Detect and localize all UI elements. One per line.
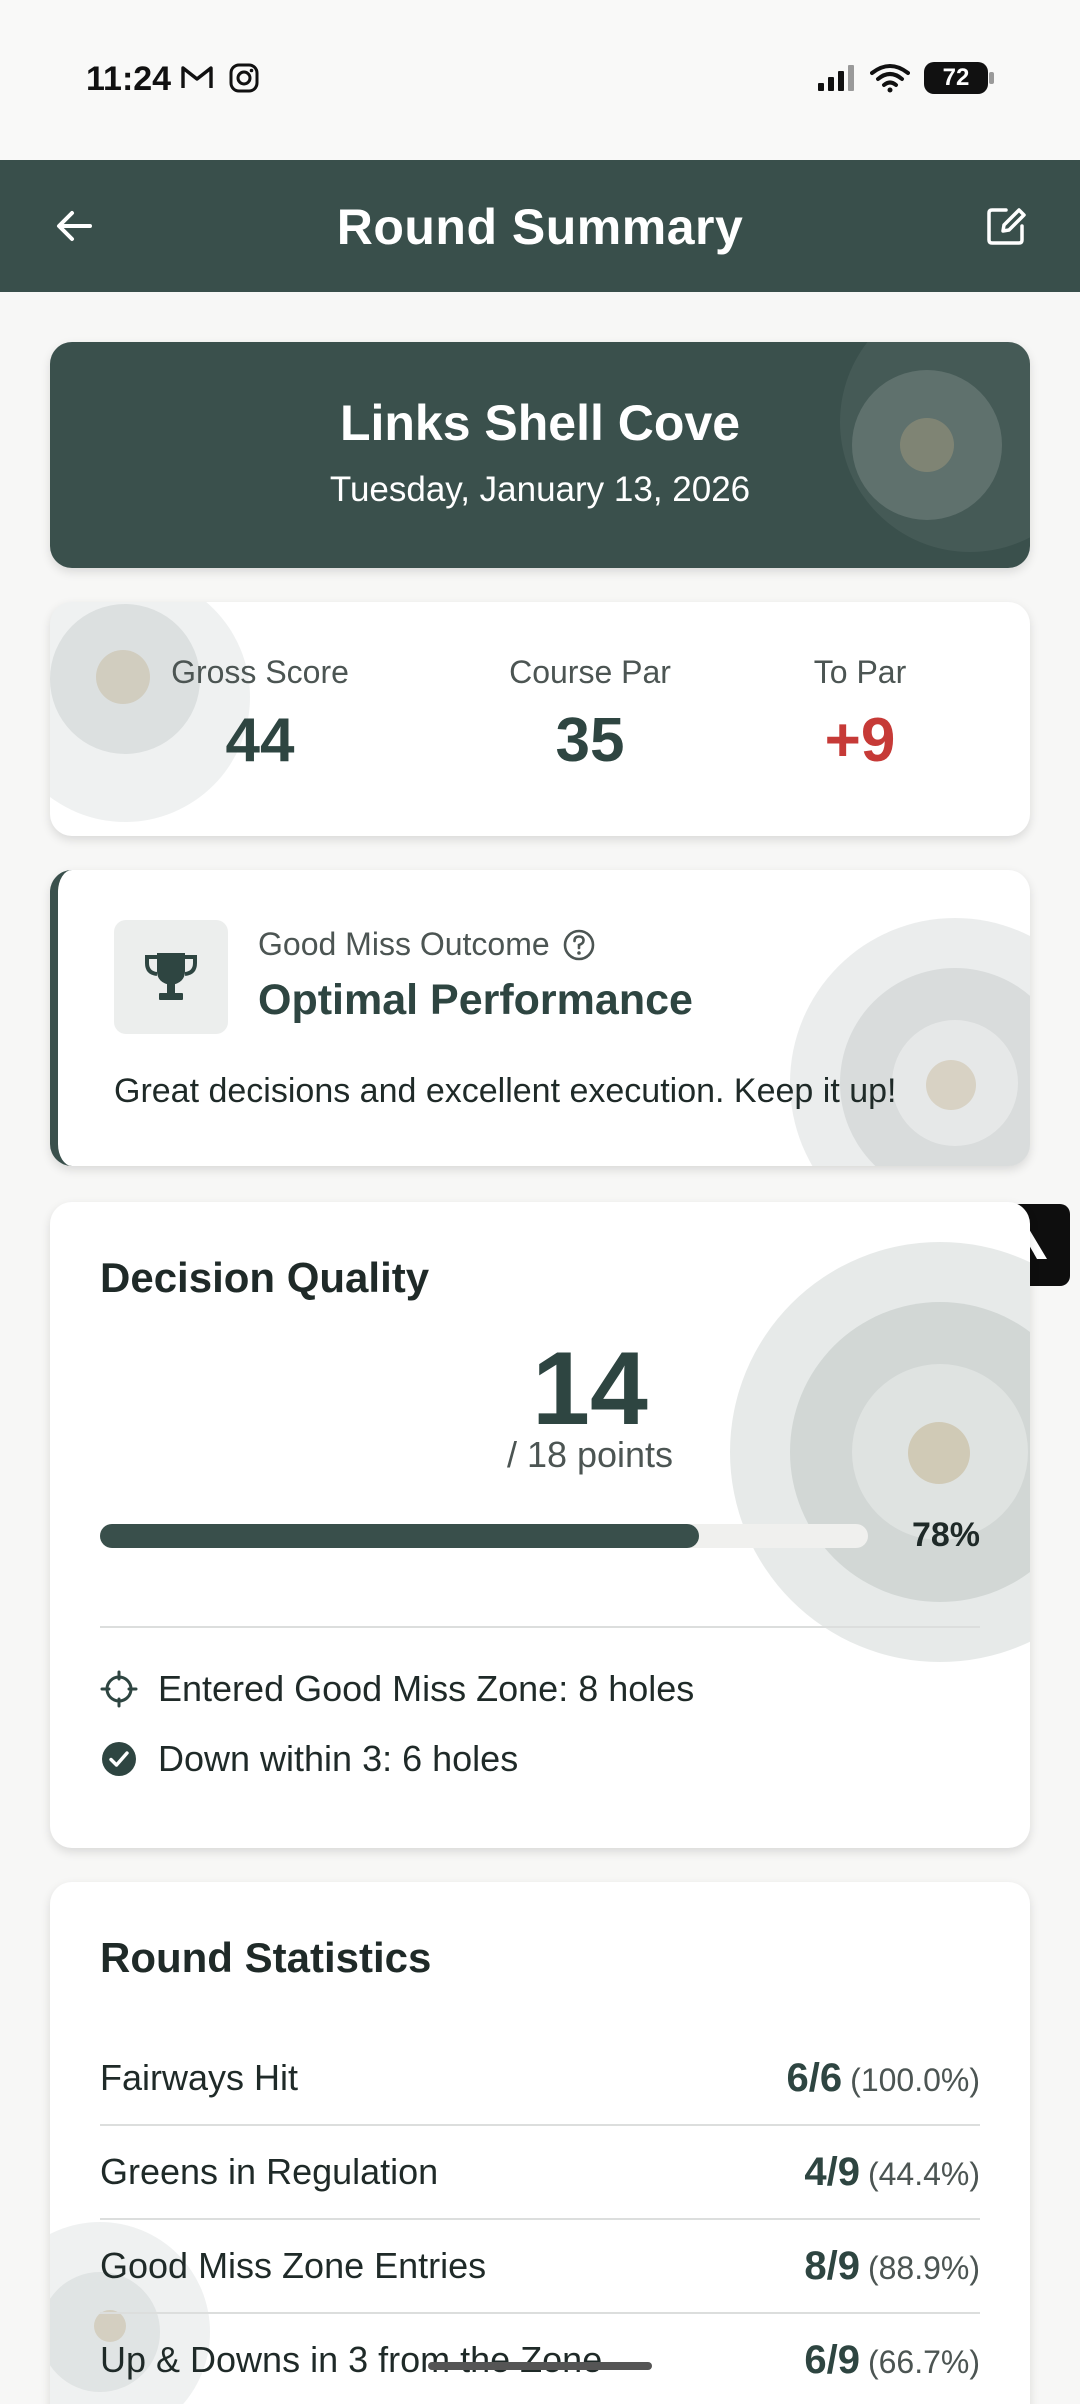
stat-value-group: 4/9 (44.4%) — [804, 2150, 980, 2195]
stat-row-up-and-downs: Up & Downs in 3 from the Zone 6/9 (66.7%) — [100, 2314, 980, 2404]
app-bar: Round Summary — [0, 160, 1080, 292]
stat-row-gir: Greens in Regulation 4/9 (44.4%) — [100, 2126, 980, 2220]
decision-progress-label: 78% — [911, 1516, 980, 1554]
wifi-icon — [870, 64, 910, 93]
stat-value: 4/9 — [804, 2149, 860, 2194]
course-name: Links Shell Cove — [339, 395, 741, 451]
stat-name: Fairways Hit — [100, 2057, 299, 2098]
to-par-value: +9 — [824, 706, 896, 775]
trophy-badge — [114, 920, 228, 1034]
help-icon[interactable] — [562, 928, 596, 962]
course-par-value: 35 — [555, 706, 625, 775]
down-within-three-text: Down within 3: 6 holes — [158, 1738, 519, 1779]
stat-value-group: 6/9 (66.7%) — [804, 2338, 980, 2383]
course-par-label: Course Par — [509, 654, 671, 690]
status-time: 11:24 — [86, 60, 172, 98]
round-date: Tuesday, January 13, 2026 — [329, 470, 751, 509]
stat-value-group: 8/9 (88.9%) — [804, 2244, 980, 2289]
instagram-icon — [229, 63, 259, 93]
battery-level: 72 — [942, 64, 970, 91]
check-circle-icon — [102, 1742, 136, 1776]
gross-score-value: 44 — [225, 706, 295, 775]
round-statistics-card: Round Statistics Fairways Hit 6/6 (100.0%… — [50, 1882, 1030, 2404]
status-left-icons — [180, 62, 260, 94]
course-par: Course Par 35 — [470, 654, 710, 776]
outcome-label: Good Miss Outcome — [258, 926, 550, 962]
decision-quality-card: Decision Quality 14 / 18 points 78% Ente… — [50, 1202, 1030, 1848]
course-header-card: Links Shell Cove Tuesday, January 13, 20… — [50, 342, 1030, 568]
stat-name: Greens in Regulation — [100, 2151, 439, 2192]
to-par: To Par +9 — [770, 654, 950, 776]
down-within-three-item: Down within 3: 6 holes — [100, 1738, 518, 1780]
home-indicator[interactable] — [428, 2362, 652, 2370]
stat-percent: (100.0%) — [850, 2061, 980, 2098]
outcome-description: Great decisions and excellent execution.… — [114, 1072, 897, 1110]
good-miss-zone-text: Entered Good Miss Zone: 8 holes — [158, 1668, 695, 1709]
decision-quality-title: Decision Quality — [100, 1254, 430, 1301]
stat-value: 6/9 — [804, 2337, 860, 2382]
status-right: 72 — [816, 62, 994, 94]
trophy-icon — [145, 953, 197, 1000]
stat-name: Good Miss Zone Entries — [100, 2245, 487, 2286]
gross-score-label: Gross Score — [171, 654, 349, 690]
deco-circle — [908, 1422, 970, 1484]
stat-percent: (44.4%) — [867, 2155, 980, 2192]
decision-progress-fill — [100, 1524, 700, 1548]
signal-icon — [818, 65, 854, 91]
stat-value-group: 6/6 (100.0%) — [787, 2056, 980, 2101]
outcome-title: Optimal Performance — [258, 976, 693, 1024]
stat-name: Up & Downs in 3 from the Zone — [100, 2339, 603, 2380]
decision-progress-bar — [100, 1524, 868, 1548]
outcome-label-row: Good Miss Outcome — [258, 926, 596, 963]
outcome-card: Good Miss Outcome Optimal Performance Gr… — [50, 870, 1030, 1166]
stat-value: 8/9 — [804, 2243, 860, 2288]
round-statistics-title: Round Statistics — [100, 1934, 432, 1981]
decision-points-total: / 18 points — [506, 1434, 674, 1475]
deco-circle — [926, 1060, 976, 1110]
status-bar: 11:24 72 — [0, 0, 1080, 160]
stat-row-good-miss-zone: Good Miss Zone Entries 8/9 (88.9%) — [100, 2220, 980, 2314]
to-par-label: To Par — [813, 654, 907, 690]
stat-percent: (66.7%) — [867, 2343, 980, 2380]
score-summary-card: Gross Score 44 Course Par 35 To Par +9 — [50, 602, 1030, 836]
stat-percent: (88.9%) — [867, 2249, 980, 2286]
battery-icon: 72 — [924, 62, 994, 94]
edit-icon[interactable] — [984, 204, 1028, 248]
gmail-icon — [181, 66, 213, 88]
stat-row-fairways: Fairways Hit 6/6 (100.0%) — [100, 2032, 980, 2126]
page-title: Round Summary — [336, 199, 744, 255]
crosshair-icon — [100, 1670, 138, 1708]
divider — [100, 1626, 980, 1628]
decision-points: 14 — [532, 1331, 648, 1447]
gross-score: Gross Score 44 — [140, 654, 380, 776]
stat-value: 6/6 — [786, 2055, 843, 2100]
good-miss-zone-item: Entered Good Miss Zone: 8 holes — [100, 1668, 694, 1710]
